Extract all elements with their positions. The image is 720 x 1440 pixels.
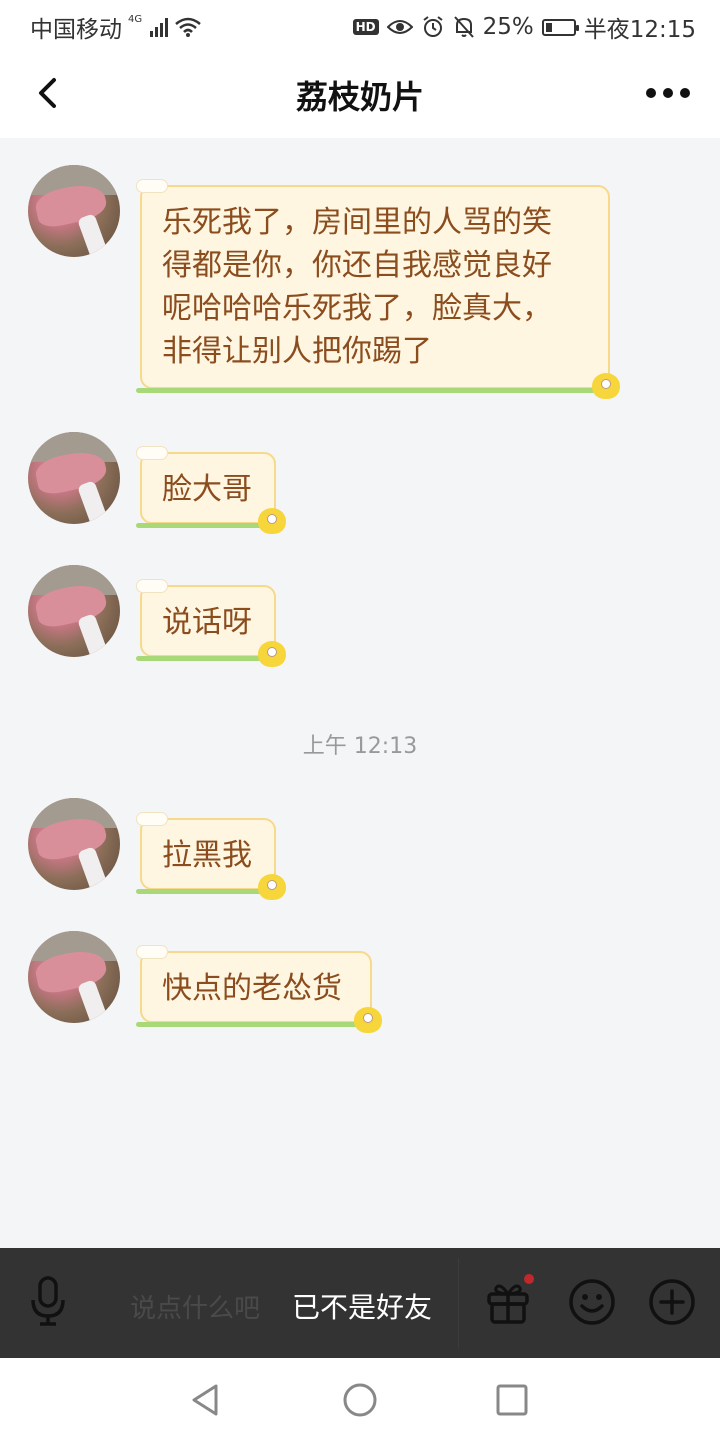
avatar[interactable] <box>28 565 120 657</box>
chick-decoration-icon <box>258 874 286 900</box>
message-bubble[interactable]: 脸大哥 <box>136 446 286 534</box>
chat-title: 荔枝奶片 <box>295 78 424 116</box>
message-bubble[interactable]: 乐死我了，房间里的人骂的笑 得都是你，你还自我感觉良好 呢哈哈哈乐死我了，脸真大… <box>136 179 620 399</box>
divider <box>458 1258 459 1348</box>
gift-button[interactable] <box>484 1278 532 1326</box>
message-bubble[interactable]: 快点的老怂货 <box>136 945 382 1033</box>
carrier-name: 中国移动 <box>30 17 122 43</box>
chick-decoration-icon <box>354 1007 382 1033</box>
emoji-button[interactable] <box>568 1278 616 1326</box>
add-button[interactable] <box>648 1278 696 1326</box>
chick-decoration-icon <box>258 508 286 534</box>
wifi-icon <box>175 17 201 37</box>
hd-badge: HD <box>352 19 379 35</box>
alarm-icon <box>422 16 443 37</box>
message-line: 拉黑我 <box>162 838 252 873</box>
gift-badge <box>524 1274 534 1284</box>
more-button[interactable] <box>646 78 690 108</box>
mic-icon <box>31 1276 65 1326</box>
chat-header: 荔枝奶片 <box>0 50 720 138</box>
message-line: 非得让别人把你踢了 <box>162 334 432 369</box>
message-line: 说话呀 <box>162 605 252 640</box>
status-bar: 中国移动 4G HD 25% 半夜12:15 <box>0 0 720 50</box>
avatar[interactable] <box>28 432 120 524</box>
message-line: 乐死我了，房间里的人骂的笑 <box>162 205 552 240</box>
square-recents-icon <box>496 1384 528 1416</box>
not-friend-notice: 已不是好友 <box>292 1291 433 1324</box>
message-line: 脸大哥 <box>162 472 252 507</box>
message-line: 呢哈哈哈乐死我了，脸真大， <box>162 291 552 326</box>
eye-icon <box>386 20 413 34</box>
voice-button[interactable] <box>28 1276 68 1328</box>
mute-bell-icon <box>453 16 474 38</box>
status-left: 中国移动 4G <box>30 10 202 44</box>
system-nav-bar <box>0 1358 720 1440</box>
triangle-back-icon <box>192 1384 218 1416</box>
network-type: 4G <box>128 13 143 25</box>
time-separator: 上午 12:13 <box>302 734 418 759</box>
gift-icon <box>487 1284 529 1324</box>
add-icon <box>649 1279 695 1325</box>
signal-icon <box>150 17 169 37</box>
clock: 半夜12:15 <box>583 17 696 43</box>
message-line: 得都是你，你还自我感觉良好 <box>162 248 552 283</box>
message-input[interactable]: 说点什么吧 <box>130 1288 260 1325</box>
battery-icon <box>541 18 579 36</box>
battery-level <box>545 22 553 32</box>
circle-home-icon <box>343 1383 377 1417</box>
nav-home-button[interactable] <box>340 1380 380 1420</box>
message-bubble[interactable]: 说话呀 <box>136 579 286 667</box>
message-bubble[interactable]: 拉黑我 <box>136 812 286 900</box>
battery-percent: 25% <box>482 14 534 40</box>
status-right: HD 25% 半夜12:15 <box>352 10 696 44</box>
input-bar: 说点什么吧 已不是好友 <box>0 1248 720 1358</box>
emoji-icon <box>569 1279 615 1325</box>
avatar[interactable] <box>28 931 120 1023</box>
nav-recents-button[interactable] <box>492 1380 532 1420</box>
chick-decoration-icon <box>592 373 620 399</box>
nav-back-button[interactable] <box>186 1380 226 1420</box>
avatar[interactable] <box>28 165 120 257</box>
message-line: 快点的老怂货 <box>162 971 342 1006</box>
avatar[interactable] <box>28 798 120 890</box>
more-icon <box>646 88 690 98</box>
chick-decoration-icon <box>258 641 286 667</box>
